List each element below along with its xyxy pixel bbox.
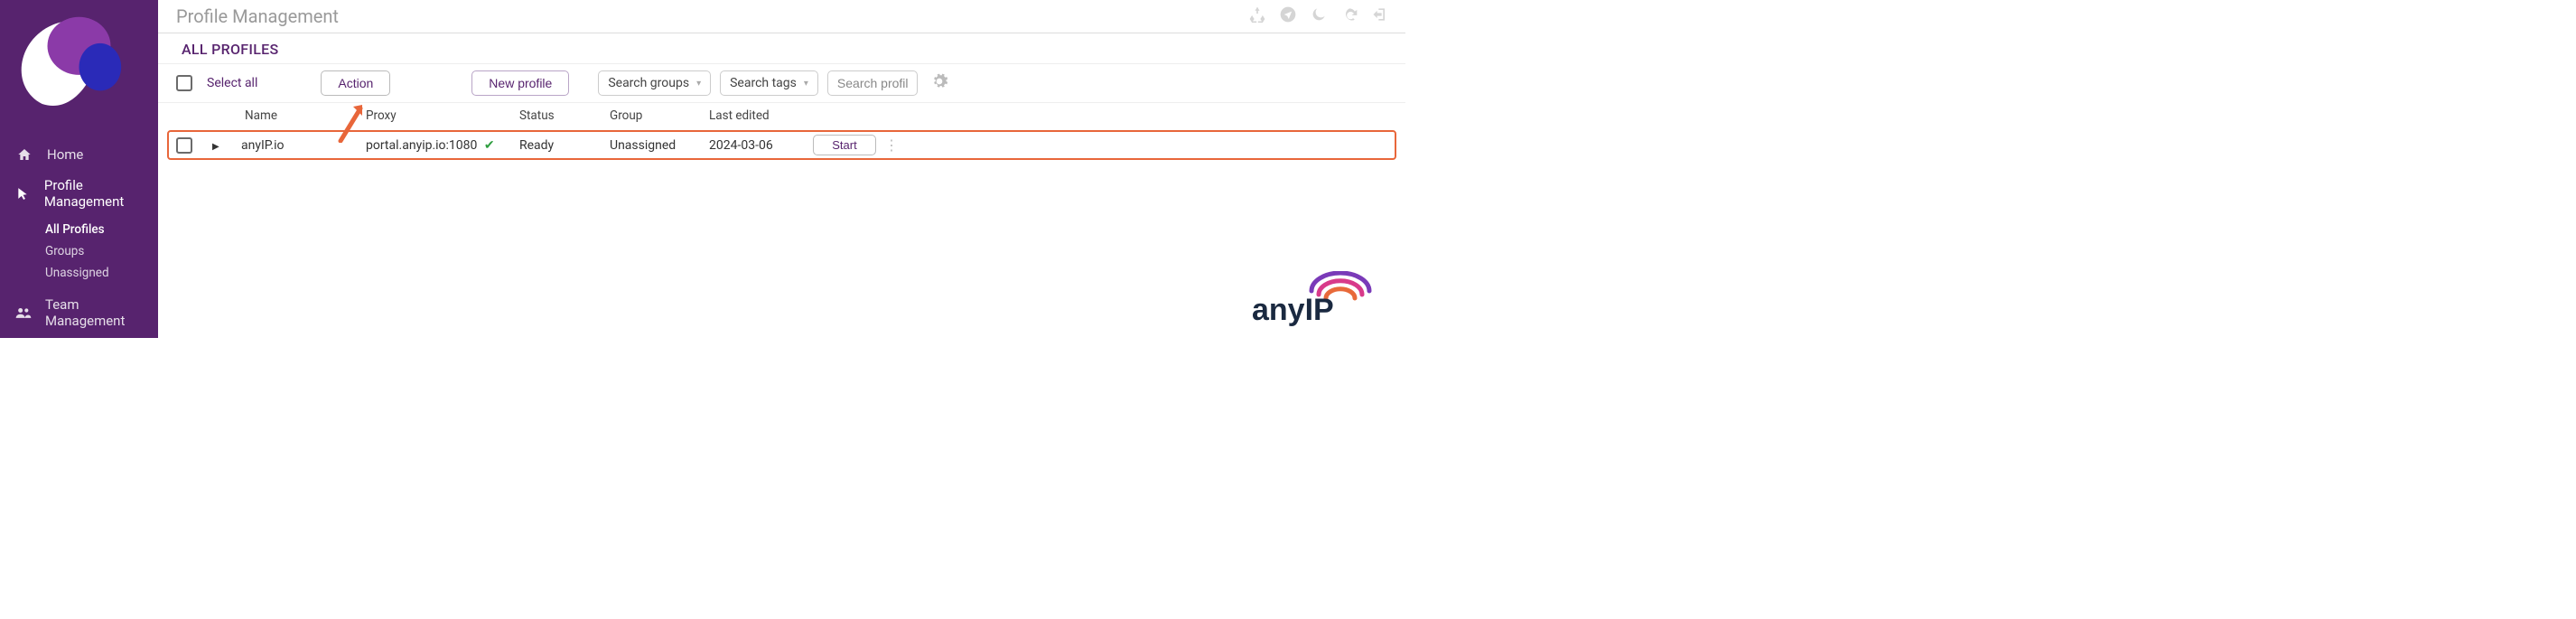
- row-checkbox[interactable]: [176, 137, 192, 154]
- nav-sub-all-profiles[interactable]: All Profiles: [45, 219, 158, 240]
- nav-team-management[interactable]: Team Management: [0, 289, 158, 336]
- app-logo: [0, 0, 158, 136]
- col-status: Status: [519, 108, 610, 123]
- recycle-icon[interactable]: [1248, 5, 1266, 27]
- anyip-logo: anyIP: [1248, 271, 1393, 331]
- more-icon[interactable]: ⋮: [881, 136, 902, 154]
- wrench-icon: [14, 343, 34, 360]
- start-button[interactable]: Start: [813, 135, 875, 155]
- select-all-checkbox[interactable]: [176, 75, 192, 91]
- cell-group: Unassigned: [610, 138, 709, 153]
- users-icon: [14, 306, 33, 319]
- nav-label: Home: [47, 146, 83, 163]
- nav-label: Team Management: [45, 296, 149, 329]
- new-profile-button[interactable]: New profile: [471, 70, 569, 96]
- send-icon[interactable]: [1279, 5, 1297, 27]
- cursor-icon: [14, 185, 32, 202]
- home-icon: [14, 147, 34, 162]
- search-tags-dropdown[interactable]: Search tags ▾: [720, 70, 818, 96]
- page-title: Profile Management: [176, 5, 339, 27]
- nav-label: My Account: [47, 343, 118, 360]
- select-all-label: Select all: [207, 76, 257, 90]
- toolbar: Select all Action New profile Search gro…: [158, 64, 1405, 103]
- header-icons: [1248, 5, 1389, 27]
- check-icon: ✔: [484, 138, 495, 153]
- nav-my-account[interactable]: My Account: [0, 336, 158, 367]
- search-groups-dropdown[interactable]: Search groups ▾: [598, 70, 711, 96]
- svg-text:anyIP: anyIP: [1252, 293, 1334, 327]
- cell-last-edited: 2024-03-06: [709, 138, 808, 153]
- main-content: Profile Management ALL PROFILES Select a…: [158, 0, 1405, 338]
- nav-sub-groups[interactable]: Groups: [45, 240, 158, 262]
- nav: Home Profile Management All Profiles Gro…: [0, 139, 158, 367]
- col-proxy: Proxy: [366, 108, 519, 123]
- nav-profile-management[interactable]: Profile Management: [0, 170, 158, 217]
- search-profiles-input[interactable]: [827, 70, 918, 96]
- col-group: Group: [610, 108, 709, 123]
- moon-icon[interactable]: [1310, 5, 1328, 27]
- action-button[interactable]: Action: [321, 70, 390, 96]
- logout-icon[interactable]: [1371, 5, 1389, 27]
- cell-status: Ready: [519, 138, 610, 153]
- nav-subitems: All Profiles Groups Unassigned: [45, 219, 158, 284]
- chevron-down-icon: ▾: [696, 79, 701, 89]
- dropdown-label: Search tags: [730, 76, 797, 90]
- cell-proxy: portal.anyip.io:1080 ✔: [366, 138, 519, 153]
- col-last-edited: Last edited: [709, 108, 808, 123]
- chevron-down-icon: ▾: [804, 79, 808, 89]
- header: Profile Management: [158, 0, 1405, 33]
- section-title: ALL PROFILES: [158, 33, 1405, 64]
- nav-sub-unassigned[interactable]: Unassigned: [45, 262, 158, 284]
- annotation-arrow: [335, 101, 368, 146]
- expand-icon[interactable]: ▶: [212, 142, 219, 152]
- dropdown-label: Search groups: [608, 76, 689, 90]
- gear-icon[interactable]: [930, 72, 948, 94]
- sidebar: Home Profile Management All Profiles Gro…: [0, 0, 158, 338]
- refresh-icon[interactable]: [1340, 5, 1358, 27]
- nav-home[interactable]: Home: [0, 139, 158, 170]
- nav-label: Profile Management: [44, 177, 149, 210]
